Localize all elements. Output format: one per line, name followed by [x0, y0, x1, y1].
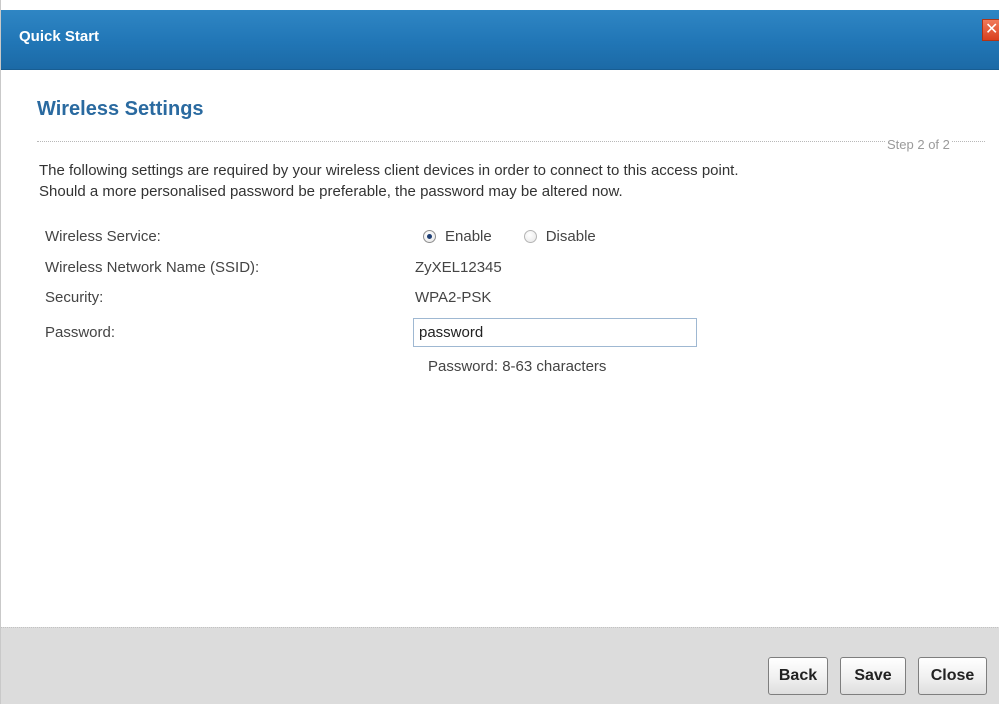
disable-label: Disable: [545, 228, 596, 245]
heading-divider: [37, 141, 985, 142]
intro-line-2: Should a more personalised password be p…: [39, 183, 623, 200]
password-hint: Password: 8-63 characters: [428, 358, 607, 375]
password-input[interactable]: [413, 318, 697, 347]
save-button[interactable]: Save: [840, 657, 906, 695]
window-title: Quick Start: [19, 28, 100, 45]
radio-checked-icon[interactable]: [423, 230, 436, 243]
disable-option[interactable]: Disable: [523, 228, 596, 245]
wireless-service-label: Wireless Service:: [45, 228, 161, 245]
close-icon[interactable]: ✕: [982, 19, 999, 41]
step-indicator: Step 2 of 2: [885, 137, 952, 152]
enable-option[interactable]: Enable: [423, 228, 492, 245]
security-value: WPA2-PSK: [415, 289, 492, 306]
title-bar: Quick Start: [1, 10, 999, 70]
intro-text: The following settings are required by y…: [39, 160, 979, 202]
ssid-label: Wireless Network Name (SSID):: [45, 259, 260, 276]
password-label: Password:: [45, 324, 116, 341]
wireless-service-radio-group: Enable Disable: [423, 228, 596, 245]
radio-unchecked-icon[interactable]: [523, 230, 537, 243]
back-button[interactable]: Back: [768, 657, 828, 695]
intro-line-1: The following settings are required by y…: [39, 162, 739, 179]
enable-label: Enable: [445, 228, 492, 245]
security-label: Security:: [45, 289, 104, 306]
close-button[interactable]: Close: [918, 657, 987, 695]
page-heading: Wireless Settings: [37, 98, 204, 120]
quick-start-dialog: Quick Start ✕ Wireless Settings Step 2 o…: [0, 0, 999, 704]
ssid-value: ZyXEL12345: [415, 259, 502, 276]
